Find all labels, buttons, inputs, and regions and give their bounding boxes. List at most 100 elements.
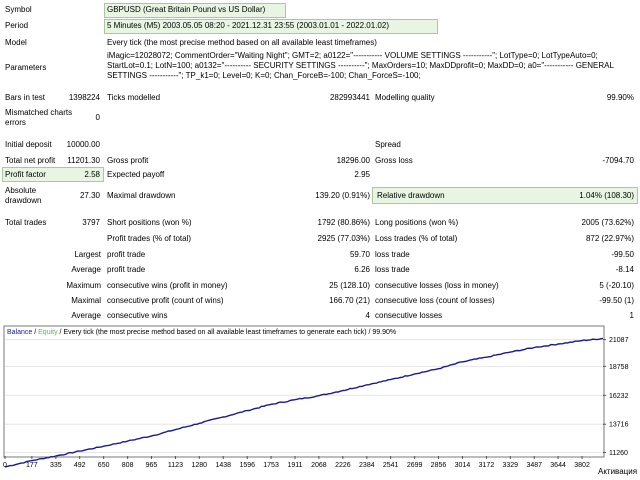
largest-pt-value: 59.70 [349, 250, 370, 259]
symbol-value: GBPUSD (Great Britain Pound vs US Dollar… [107, 5, 266, 14]
spread-label: Spread [375, 140, 401, 149]
x-tick-label: 0 [3, 462, 7, 469]
grossprofit-label: Gross profit [107, 156, 149, 165]
maximum-label: Maximum [66, 281, 101, 290]
x-tick-label: 335 [50, 462, 62, 469]
x-tick-label: 3172 [479, 462, 495, 469]
x-tick-label: 2541 [383, 462, 399, 469]
trades-label: Total trades [5, 218, 47, 227]
x-tick-label: 2226 [335, 462, 351, 469]
y-tick-label: 16232 [609, 393, 629, 400]
absdd-value: 27.30 [79, 191, 100, 200]
legend-balance: Balance [7, 329, 32, 336]
avg-cw-value: 4 [365, 311, 370, 320]
average-pt-value: 6.26 [354, 265, 370, 274]
pf-label: Profit factor [5, 170, 46, 179]
payoff-value: 2.95 [354, 170, 370, 179]
x-tick-label: 1753 [263, 462, 279, 469]
period-label: Period [5, 21, 29, 30]
average-pt-label: profit trade [107, 265, 146, 274]
chart-legend: Balance / Equity / Every tick (the most … [7, 329, 396, 336]
average-lt-label: loss trade [375, 265, 410, 274]
grossloss-value: -7094.70 [602, 156, 634, 165]
reldd-value: 1.04% (108.30) [579, 191, 634, 200]
largest-label: Largest [74, 250, 101, 259]
mxl-cl-label: consecutive loss (count of losses) [375, 296, 495, 305]
x-tick-label: 2384 [359, 462, 375, 469]
period-value: 5 Minutes (M5) 2003.05.05 08:20 - 2021.1… [107, 21, 389, 30]
largest-lt-value: -99.50 [611, 250, 634, 259]
parameters-label: Parameters [5, 63, 47, 72]
trades-value: 3797 [82, 218, 100, 227]
grossloss-label: Gross loss [375, 156, 413, 165]
ticks-value: 282993441 [329, 93, 370, 102]
largest-lt-label: loss trade [375, 250, 410, 259]
legend-equity: Equity [38, 329, 58, 336]
x-tick-label: 1438 [215, 462, 231, 469]
mxl-cp-value: 166.70 (21) [329, 296, 370, 305]
x-tick-label: 3644 [550, 462, 566, 469]
legend-desc: / Every tick (the most precise method ba… [58, 329, 397, 336]
reldd-label: Relative drawdown [377, 191, 445, 200]
x-tick-label: 1911 [288, 462, 303, 469]
short-label: Short positions (won %) [107, 218, 192, 227]
netprofit-value: 11201.30 [67, 156, 100, 165]
mismatched-value: 0 [95, 113, 100, 122]
avg-cl-label: consecutive losses [375, 311, 443, 320]
avg2-label: Average [71, 311, 101, 320]
maxdd-value: 139.20 (0.91%) [315, 191, 370, 200]
avg-cl-value: 1 [629, 311, 634, 320]
x-tick-label: 650 [98, 462, 110, 469]
x-tick-label: 2856 [431, 462, 447, 469]
parameters-value: iMagic=12028072; CommentOrder="Waiting N… [107, 51, 614, 80]
lt-value: 872 (22.97%) [585, 234, 634, 243]
mxl-cp-label: consecutive profit (count of wins) [107, 296, 224, 305]
model-label: Model [5, 38, 27, 47]
average-label: Average [71, 265, 101, 274]
grossprofit-value: 18296.00 [336, 156, 370, 165]
x-tick-label: 965 [146, 462, 158, 469]
chart-y-ticks: 11260 13716 16232 18758 21087 [603, 337, 629, 457]
x-tick-label: 3487 [526, 462, 542, 469]
bars-label: Bars in test [5, 93, 46, 102]
lt-label: Loss trades (% of total) [375, 234, 458, 243]
max-cw-label: consecutive wins (profit in money) [107, 281, 228, 290]
payoff-label: Expected payoff [107, 170, 165, 179]
x-tick-label: 177 [26, 462, 38, 469]
symbol-label: Symbol [5, 5, 32, 14]
pt-label: Profit trades (% of total) [107, 234, 192, 243]
x-tick-label: 808 [122, 462, 134, 469]
ticks-label: Ticks modelled [107, 93, 161, 102]
long-label: Long positions (won %) [375, 218, 459, 227]
x-tick-label: 1280 [191, 462, 207, 469]
y-tick-label: 21087 [609, 337, 629, 344]
long-value: 2005 (73.62%) [581, 218, 634, 227]
max-cl-label: consecutive losses (loss in money) [375, 281, 499, 290]
y-tick-label: 13716 [609, 422, 629, 429]
maximal-label: Maximal [71, 296, 101, 305]
x-tick-label: 3329 [502, 462, 518, 469]
x-tick-label: 3014 [455, 462, 471, 469]
x-tick-label: 1596 [239, 462, 255, 469]
model-value: Every tick (the most precise method base… [107, 38, 377, 47]
x-tick-label: 3802 [574, 462, 590, 469]
chart-x-ticks: 0 177 335 492 650 808 965 1123 1280 1438 1596 1753 1… [3, 456, 590, 469]
y-tick-label: 11260 [609, 450, 628, 457]
short-value: 1792 (80.86%) [317, 218, 370, 227]
y-tick-label: 18758 [609, 364, 629, 371]
chart-frame [3, 325, 605, 458]
bars-value: 1398224 [68, 93, 100, 102]
watermark: Активация [598, 467, 637, 476]
deposit-value: 10000.00 [66, 140, 100, 149]
maxdd-label: Maximal drawdown [107, 191, 176, 200]
quality-label: Modelling quality [375, 93, 435, 102]
x-tick-label: 492 [74, 462, 86, 469]
x-tick-label: 2699 [407, 462, 423, 469]
x-tick-label: 2068 [311, 462, 327, 469]
max-cw-value: 25 (128.10) [329, 281, 370, 290]
mxl-cl-value: -99.50 (1) [599, 296, 634, 305]
x-tick-label: 1123 [168, 462, 183, 469]
pt-value: 2925 (77.03%) [317, 234, 370, 243]
absdd-label: Absolute drawdown [5, 186, 42, 205]
pf-value: 2.58 [84, 170, 100, 179]
